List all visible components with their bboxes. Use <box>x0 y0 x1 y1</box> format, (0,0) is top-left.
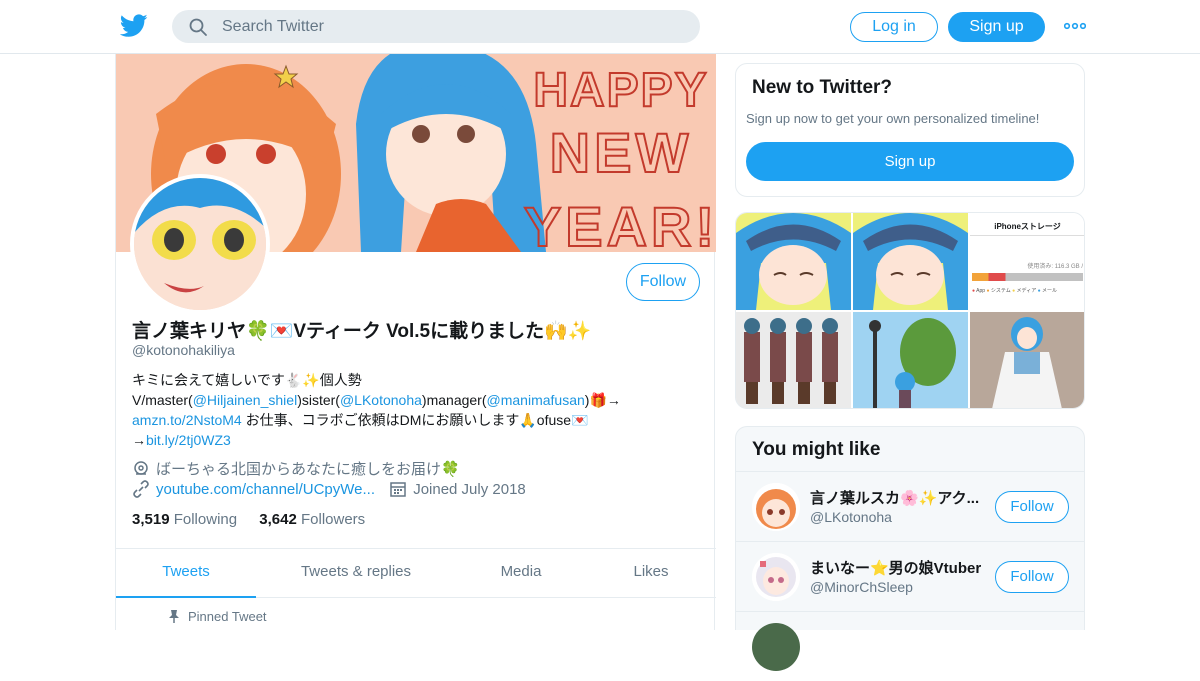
storage-legend: ● App ● システム ● メディア ● メール <box>972 288 1058 294</box>
followers-stat[interactable]: 3,642 Followers <box>259 511 365 528</box>
banner-text-new: NEW <box>550 121 693 184</box>
calendar-icon <box>390 482 406 497</box>
storage-bar <box>972 273 1083 281</box>
bio-text: )🎁→ <box>584 392 621 408</box>
followers-label: Followers <box>300 511 366 528</box>
media-thumb[interactable] <box>736 312 851 408</box>
following-stat[interactable]: 3,519 Following <box>132 511 237 528</box>
bio-text: お仕事、コラボご依頼はDMにお願いします🙏ofuse💌 <box>241 412 589 428</box>
tab-likes[interactable]: Likes <box>606 549 696 598</box>
website-link[interactable]: youtube.com/channel/UCpyWe... <box>156 481 375 498</box>
media-thumb[interactable]: iPhoneストレージ 使用済み: 116.3 GB / ● App ● システ… <box>970 213 1084 310</box>
you-might-like-card: You might like 言ノ葉ルスカ🌸✨アク... @LKotonoha … <box>735 426 1085 671</box>
suggested-user[interactable]: 言ノ葉ルスカ🌸✨アク... @LKotonoha Follow <box>736 471 1084 541</box>
bio-text: V/master( <box>132 392 193 408</box>
avatar-image <box>752 483 800 531</box>
new-to-twitter-card: New to Twitter? Sign up now to get your … <box>735 63 1085 197</box>
search-input[interactable] <box>222 16 682 38</box>
suggested-user-avatar[interactable] <box>752 553 800 601</box>
more-options-icon[interactable] <box>1064 19 1086 33</box>
suggested-user-name[interactable]: まいなー⭐男の娘Vtuber <box>810 557 990 578</box>
profile-stats: 3,519 Following 3,642 Followers <box>132 511 365 528</box>
amazon-link[interactable]: amzn.to/2NstoM4 <box>132 412 242 428</box>
top-nav-bar: Log in Sign up <box>0 0 1200 54</box>
media-image <box>970 312 1084 408</box>
following-count: 3,519 <box>132 511 170 528</box>
bio-text: )sister( <box>297 392 340 408</box>
media-thumb[interactable] <box>970 312 1084 408</box>
new-to-twitter-title: New to Twitter? <box>752 77 893 98</box>
profile-handle[interactable]: @kotonohakiliya <box>132 342 235 358</box>
bio-line-2: V/master(@Hiljainen_shiel)sister(@LKoton… <box>132 390 672 410</box>
banner-text-year: YEAR! <box>524 195 716 252</box>
search-icon <box>189 18 207 36</box>
twitter-bird-icon[interactable] <box>120 13 148 39</box>
media-grid: iPhoneストレージ 使用済み: 116.3 GB / ● App ● システ… <box>735 212 1085 409</box>
storage-used: 使用済み: 116.3 GB / <box>1027 264 1083 270</box>
bio-text: )manager( <box>421 392 487 408</box>
pinned-label: Pinned Tweet <box>188 609 267 624</box>
suggested-user-avatar[interactable] <box>752 623 800 671</box>
suggested-user-handle: @MinorChSleep <box>810 579 913 595</box>
new-to-twitter-subtitle: Sign up now to get your own personalized… <box>746 111 1040 126</box>
media-image <box>853 312 968 408</box>
media-thumb[interactable] <box>853 312 968 408</box>
profile-avatar[interactable] <box>130 174 270 314</box>
suggested-user-name[interactable]: 言ノ葉ルスカ🌸✨アク... <box>810 487 990 508</box>
location-icon <box>134 461 148 475</box>
login-button[interactable]: Log in <box>850 12 938 42</box>
pinned-tweet-header: Pinned Tweet <box>168 609 267 624</box>
mention-link[interactable]: @LKotonoha <box>340 392 422 408</box>
storage-title: iPhoneストレージ <box>994 222 1061 231</box>
media-image <box>736 213 851 310</box>
suggested-user-avatar[interactable] <box>752 483 800 531</box>
link-icon <box>133 480 149 498</box>
profile-location: ばーちゃる北国からあなたに癒しをお届け🍀 <box>132 458 460 479</box>
profile-bio: キミに会えて嬉しいです🐇✨個人勢 V/master(@Hiljainen_shi… <box>132 370 672 450</box>
suggested-user-handle: @LKotonoha <box>810 509 892 525</box>
bio-text: → <box>132 432 146 448</box>
suggested-follow-button[interactable]: Follow <box>995 561 1069 593</box>
you-might-like-title: You might like <box>752 439 881 460</box>
profile-name: 言ノ葉キリヤ🍀💌Vティーク Vol.5に載りました🙌✨ <box>132 321 592 342</box>
tab-tweets-replies[interactable]: Tweets & replies <box>266 549 446 598</box>
profile-meta-row: youtube.com/channel/UCpyWe... Joined Jul… <box>132 480 526 498</box>
avatar-image <box>752 553 800 601</box>
pin-icon <box>169 610 179 623</box>
bio-line-1: キミに会えて嬉しいです🐇✨個人勢 <box>132 372 362 388</box>
joined-date: Joined July 2018 <box>413 481 526 498</box>
mention-link[interactable]: @Hiljainen_shiel <box>193 392 298 408</box>
suggested-user-partial[interactable] <box>736 611 1084 681</box>
avatar-image <box>134 178 266 310</box>
follow-button[interactable]: Follow <box>626 263 700 301</box>
tab-media[interactable]: Media <box>466 549 576 598</box>
media-image <box>736 312 851 408</box>
media-image <box>853 213 968 310</box>
bitly-link[interactable]: bit.ly/2tj0WZ3 <box>146 432 231 448</box>
signup-card-button[interactable]: Sign up <box>746 142 1074 181</box>
bio-line-4: →bit.ly/2tj0WZ3 <box>132 430 672 450</box>
media-thumb[interactable] <box>853 213 968 310</box>
location-text: ばーちゃる北国からあなたに癒しをお届け🍀 <box>156 461 460 478</box>
divider <box>970 235 1084 236</box>
banner-text-happy: HAPPY <box>533 64 708 117</box>
followers-count: 3,642 <box>259 511 297 528</box>
following-label: Following <box>173 511 238 528</box>
suggested-follow-button[interactable]: Follow <box>995 491 1069 523</box>
profile-column: HAPPY NEW YEAR! Follow 言ノ葉キリヤ🍀💌Vティーク Vol… <box>115 54 716 630</box>
tab-tweets[interactable]: Tweets <box>116 549 256 598</box>
profile-tabs: Tweets Tweets & replies Media Likes <box>116 548 716 598</box>
signup-button[interactable]: Sign up <box>948 12 1045 42</box>
search-box[interactable] <box>172 10 700 43</box>
suggested-user[interactable]: まいなー⭐男の娘Vtuber @MinorChSleep Follow <box>736 541 1084 611</box>
bio-line-3: amzn.to/2NstoM4 お仕事、コラボご依頼はDMにお願いします🙏ofu… <box>132 410 672 430</box>
mention-link[interactable]: @manimafusan <box>487 392 585 408</box>
media-thumb[interactable] <box>736 213 851 310</box>
